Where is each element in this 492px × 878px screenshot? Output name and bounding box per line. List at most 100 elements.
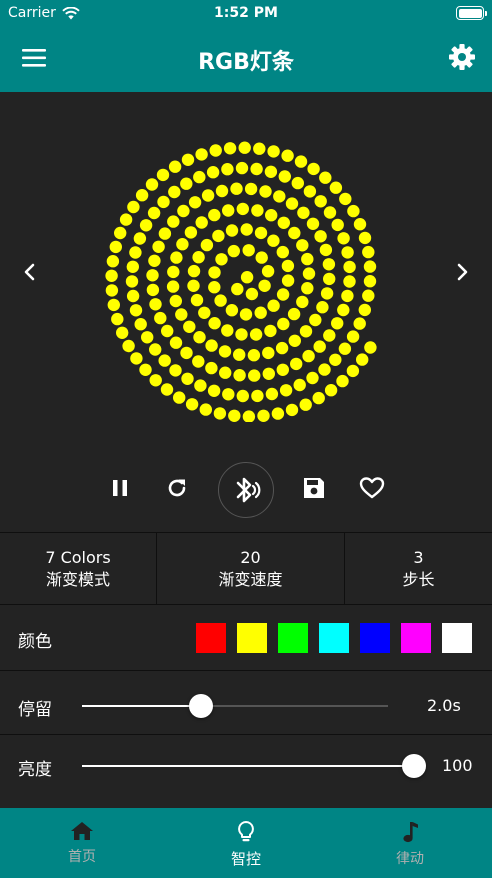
gradient-speed-cell[interactable]: 20 渐变速度 (157, 533, 345, 604)
led-dot (329, 181, 343, 194)
color-swatch-blue[interactable] (360, 623, 390, 653)
led-dot (168, 185, 181, 199)
home-icon (71, 822, 93, 840)
led-dot (296, 239, 309, 252)
color-swatch-white[interactable] (442, 623, 472, 653)
led-dot (337, 232, 350, 245)
led-dot (129, 304, 143, 317)
led-dot (146, 269, 159, 282)
led-dot (170, 251, 183, 264)
step-cell[interactable]: 3 步长 (345, 533, 492, 604)
led-dot (353, 218, 367, 231)
led-dot (201, 189, 215, 202)
led-dot (343, 260, 356, 274)
bluetooth-icon (236, 477, 261, 503)
refresh-button[interactable] (165, 476, 189, 500)
led-dot (258, 279, 271, 292)
color-swatch-yellow[interactable] (237, 623, 267, 653)
led-dot (195, 216, 208, 229)
save-button[interactable] (302, 476, 326, 500)
tab-rhythm[interactable]: 律动 (328, 808, 492, 878)
led-dot (236, 202, 249, 216)
led-dot (346, 330, 360, 343)
color-swatch-magenta[interactable] (401, 623, 431, 653)
led-dot (346, 364, 360, 378)
led-dot (324, 384, 338, 397)
led-dot (273, 190, 286, 203)
led-dot (145, 178, 159, 191)
led-dot (262, 346, 275, 360)
brightness-slider-fill (82, 765, 414, 767)
brightness-slider-track[interactable] (82, 765, 414, 767)
color-swatch-green[interactable] (278, 623, 308, 653)
led-dot (294, 155, 308, 168)
stay-value: 2.0s (427, 696, 461, 715)
color-swatch-cyan[interactable] (319, 623, 349, 653)
led-dot (285, 403, 299, 417)
led-dot (275, 341, 289, 355)
gradient-mode-cell[interactable]: 7 Colors 渐变模式 (0, 533, 157, 604)
led-dot (262, 367, 275, 380)
led-dot (231, 282, 244, 296)
color-swatch-red[interactable] (196, 623, 226, 653)
led-dot (228, 409, 241, 422)
brightness-slider-thumb[interactable] (402, 754, 426, 778)
led-dot (168, 160, 182, 173)
chevron-left-icon[interactable] (18, 260, 42, 284)
led-dot (215, 253, 228, 266)
gear-icon[interactable] (448, 43, 476, 71)
led-dot (215, 184, 229, 198)
stay-slider-track[interactable] (82, 705, 388, 707)
led-dot (314, 230, 327, 243)
led-dot (267, 145, 280, 158)
led-dot (194, 379, 207, 392)
led-dot (316, 301, 329, 314)
led-dot (114, 226, 127, 240)
led-dot (265, 209, 278, 222)
music-note-icon (403, 822, 418, 843)
colors-label: 颜色 (18, 632, 52, 652)
led-dot (347, 204, 360, 218)
stay-label: 停留 (18, 700, 52, 720)
tab-home[interactable]: 首页 (0, 808, 164, 878)
led-dot (309, 313, 322, 327)
led-dot (247, 349, 261, 362)
stay-row: 停留 2.0s (0, 670, 492, 732)
led-dot (167, 215, 180, 228)
led-dot (290, 357, 303, 371)
chevron-right-icon[interactable] (450, 260, 474, 284)
tab-rhythm-label: 律动 (396, 851, 424, 867)
pause-button[interactable] (108, 476, 132, 500)
stay-slider-thumb[interactable] (189, 694, 214, 718)
led-dot (187, 279, 200, 292)
led-dot (248, 369, 261, 382)
led-dot (208, 317, 221, 330)
led-dot (239, 308, 253, 321)
led-dot (364, 341, 377, 354)
led-dot (301, 252, 314, 266)
led-dot (208, 208, 221, 222)
nav-bar: RGB灯条 (0, 26, 492, 92)
led-dot (255, 251, 268, 264)
status-bar: Carrier 1:52 PM (0, 0, 492, 26)
refresh-icon (168, 479, 186, 497)
led-dot (193, 170, 206, 184)
gradient-speed-value: 20 (240, 547, 261, 567)
led-dot (287, 307, 301, 321)
led-dot (133, 232, 147, 245)
led-dot (190, 293, 204, 307)
tab-smart-control[interactable]: 智控 (164, 808, 328, 878)
led-dot (278, 170, 291, 183)
led-dot (341, 246, 354, 259)
led-dot (158, 227, 172, 240)
led-dot (213, 407, 227, 420)
led-dot (205, 361, 218, 375)
bluetooth-button[interactable] (218, 462, 274, 518)
led-dot (254, 306, 267, 319)
led-dot (236, 389, 249, 403)
led-dot (276, 245, 289, 259)
heart-icon (359, 477, 385, 499)
favorite-button[interactable] (359, 476, 385, 500)
led-dot (218, 345, 232, 358)
led-dot (297, 206, 310, 219)
